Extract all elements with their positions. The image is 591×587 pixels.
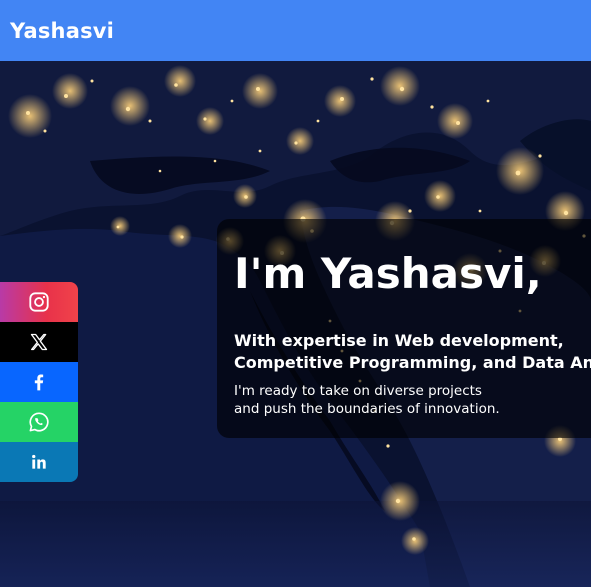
sub-line-1: I'm ready to take on diverse projects	[234, 383, 482, 399]
intro-card: I'm Yashasvi, With expertise in Web deve…	[217, 219, 591, 438]
whatsapp-link[interactable]	[0, 402, 78, 442]
navbar: Yashasvi	[0, 0, 591, 61]
hero-section: I'm Yashasvi, With expertise in Web deve…	[0, 61, 591, 587]
sub-line-2: and push the boundaries of innovation.	[234, 401, 500, 417]
instagram-link[interactable]	[0, 282, 78, 322]
instagram-icon	[29, 292, 49, 312]
brand-link[interactable]: Yashasvi	[10, 19, 114, 43]
facebook-link[interactable]	[0, 362, 78, 402]
linkedin-icon	[32, 454, 46, 469]
hero-lead-text: With expertise in Web development, Compe…	[234, 330, 591, 374]
whatsapp-icon	[29, 412, 49, 432]
facebook-icon	[34, 374, 44, 391]
lead-line-2: Competitive Programming, and Data Analys…	[234, 353, 591, 372]
x-icon	[30, 333, 48, 351]
lead-line-1: With expertise in Web development,	[234, 331, 564, 350]
hero-heading: I'm Yashasvi,	[234, 249, 542, 298]
hero-sub-text: I'm ready to take on diverse projects an…	[234, 382, 500, 418]
linkedin-link[interactable]	[0, 442, 78, 482]
x-link[interactable]	[0, 322, 78, 362]
social-sidebar	[0, 282, 78, 482]
